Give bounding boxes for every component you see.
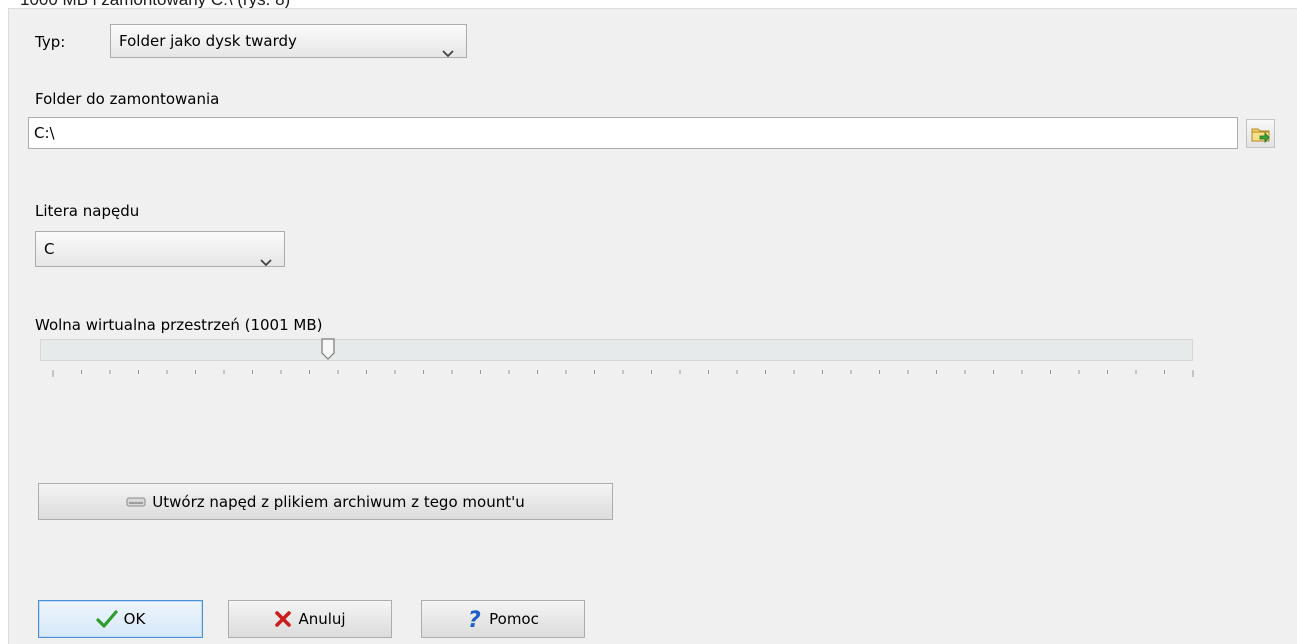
type-label: Typ: — [35, 33, 66, 51]
question-icon: ? — [467, 608, 483, 630]
hard-drive-icon — [126, 496, 146, 508]
svg-text:?: ? — [468, 608, 481, 630]
drive-letter-select[interactable]: C — [35, 231, 285, 267]
ok-button-label: OK — [123, 610, 146, 628]
ok-button[interactable]: OK — [38, 600, 203, 638]
checkmark-icon — [96, 609, 118, 629]
help-button-label: Pomoc — [489, 610, 539, 628]
type-select-value: Folder jako dysk twardy — [119, 32, 297, 50]
folder-label: Folder do zamontowania — [35, 90, 220, 108]
chevron-down-icon — [442, 37, 454, 69]
create-drive-button-label: Utwórz napęd z plikiem archiwum z tego m… — [152, 492, 525, 511]
type-select[interactable]: Folder jako dysk twardy — [110, 24, 467, 58]
folder-path-input[interactable]: C:\ — [28, 117, 1238, 149]
slider-ticks — [52, 370, 1194, 377]
cancel-button-label: Anuluj — [298, 610, 346, 628]
help-button[interactable]: ? Pomoc — [421, 600, 585, 638]
free-space-slider-track[interactable] — [40, 339, 1193, 361]
x-icon — [274, 610, 292, 628]
chevron-down-icon — [260, 245, 272, 279]
drive-letter-label: Litera napędu — [35, 202, 140, 220]
free-space-label: Wolna wirtualna przestrzeń (1001 MB) — [35, 316, 323, 334]
cancel-button[interactable]: Anuluj — [228, 600, 392, 638]
drive-letter-value: C — [44, 240, 55, 258]
create-drive-from-archive-button[interactable]: Utwórz napęd z plikiem archiwum z tego m… — [38, 483, 613, 520]
browse-folder-button[interactable] — [1246, 119, 1275, 148]
free-space-slider-thumb[interactable] — [321, 335, 335, 365]
folder-arrow-icon — [1251, 125, 1271, 147]
